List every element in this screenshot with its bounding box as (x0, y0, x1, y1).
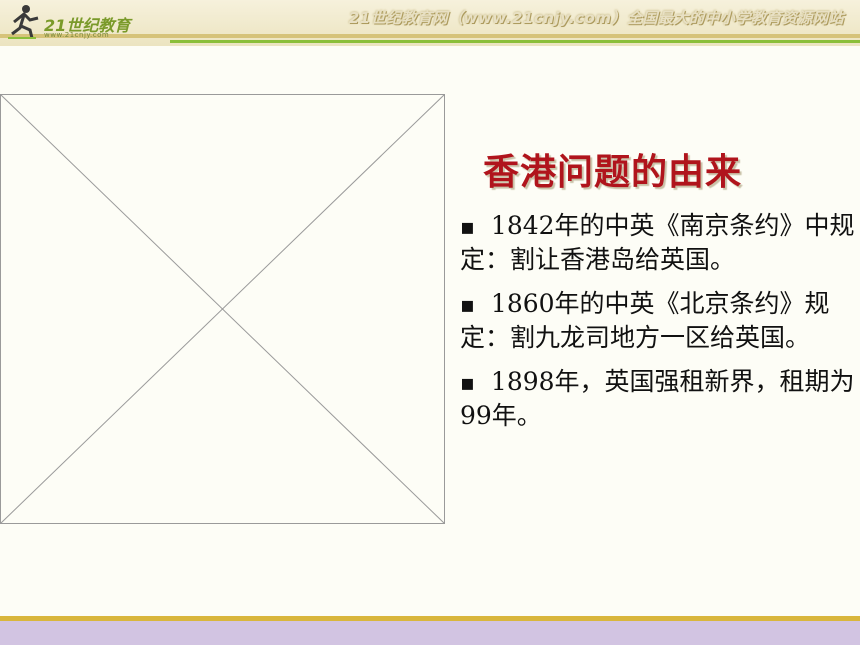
bullet-item: ▪ 1860年的中英《北京条约》规定：割九龙司地方一区给英国。 (460, 288, 855, 354)
bullet-item: ▪ 1898年，英国强租新界，租期为99年。 (460, 366, 855, 432)
site-slogan: 21世纪教育网（www.21cnjy.com）全国最大的中小学教育资源网站 (348, 9, 844, 27)
bullet-list: ▪ 1842年的中英《南京条约》中规定：割让香港岛给英国。 ▪ 1860年的中英《北… (460, 210, 855, 444)
footer-lilac-bar (0, 621, 860, 645)
bullet-text: 1898年，英国强租新界，租期为99年。 (460, 367, 855, 430)
bullet-marker: ▪ (460, 215, 475, 240)
slide-title: 香港问题的由来 (483, 151, 743, 193)
runner-logo-icon (8, 5, 39, 39)
bullet-text: 1860年的中英《北京条约》规定：割九龙司地方一区给英国。 (460, 289, 830, 352)
logo-url-text: www.21cnjy.com (44, 31, 110, 39)
bullet-marker: ▪ (460, 293, 475, 318)
header-banner: 21世纪教育 www.21cnjy.com 21世纪教育网（www.21cnjy… (0, 0, 860, 46)
image-placeholder (0, 94, 445, 524)
bullet-marker: ▪ (460, 371, 475, 396)
bullet-item: ▪ 1842年的中英《南京条约》中规定：割让香港岛给英国。 (460, 210, 855, 276)
header-accent-line (170, 40, 860, 43)
bullet-text: 1842年的中英《南京条约》中规定：割让香港岛给英国。 (460, 211, 855, 274)
site-logo[interactable]: 21世纪教育 www.21cnjy.com (6, 2, 156, 42)
